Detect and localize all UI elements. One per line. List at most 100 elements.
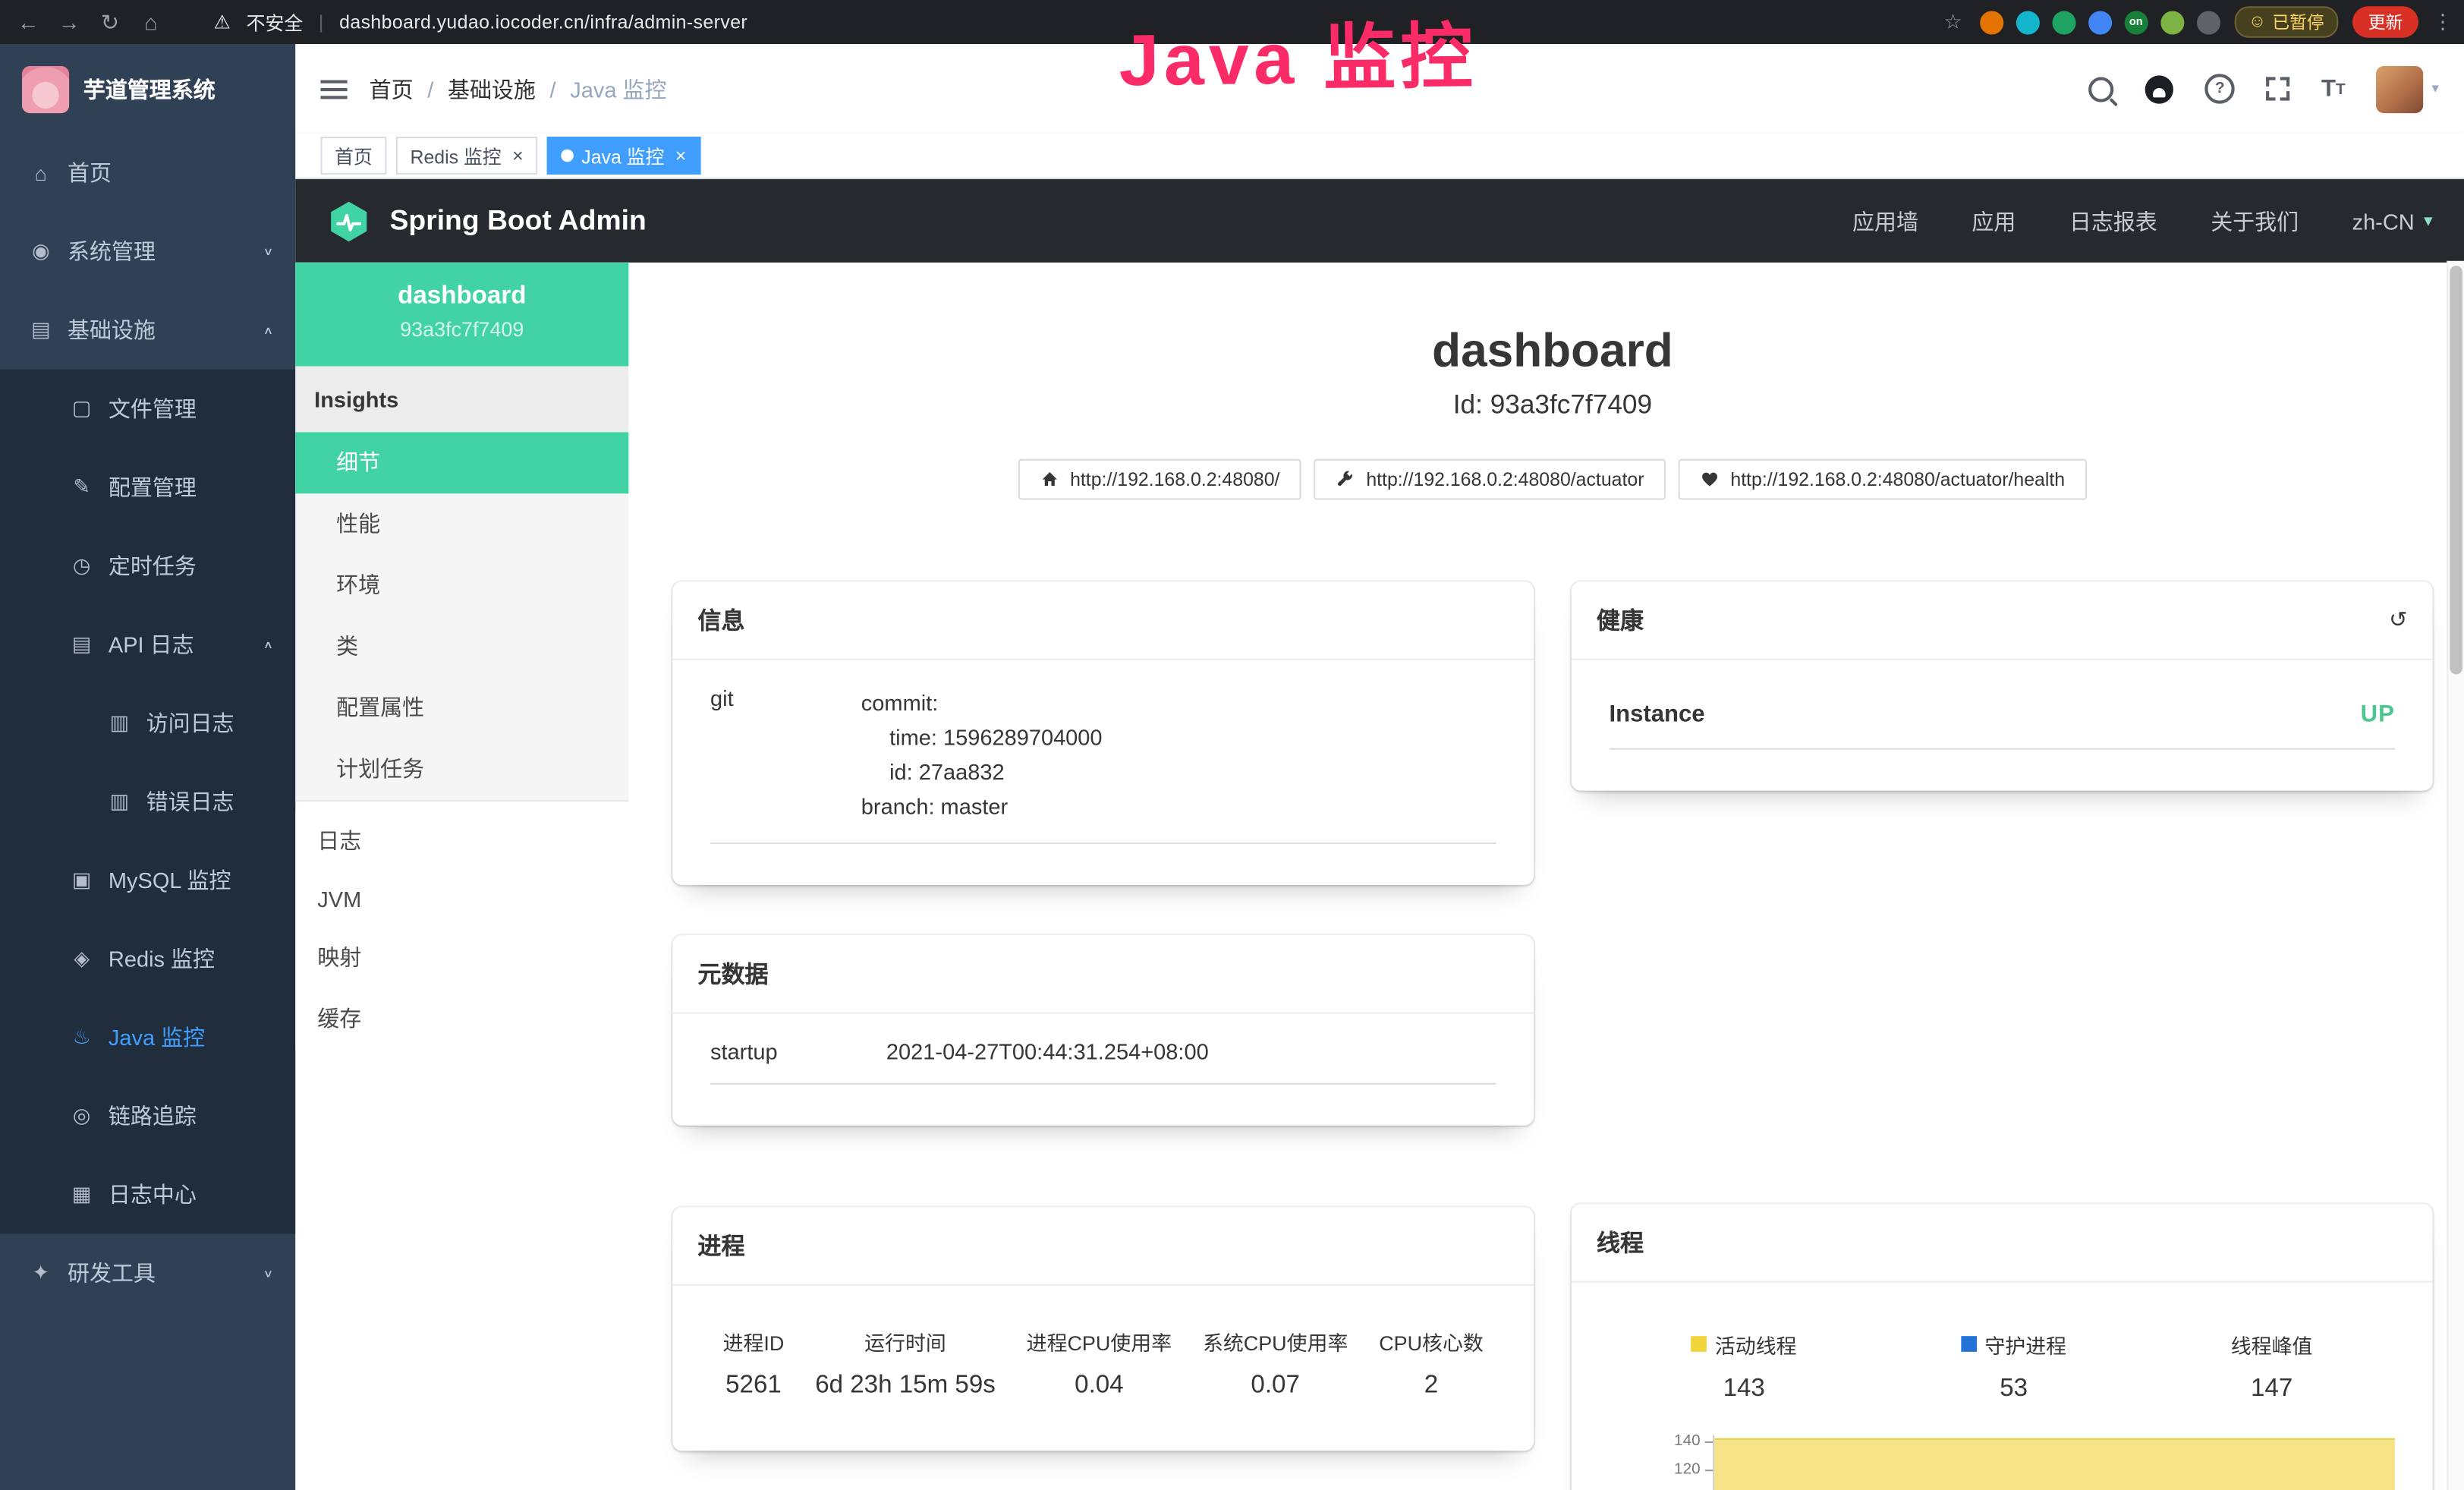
instance-link[interactable]: http://192.168.0.2:48080/ — [1018, 458, 1302, 499]
sidebar-item-home[interactable]: ⌂首页 — [0, 134, 295, 213]
git-info-line: id: 27aa832 — [861, 754, 1496, 789]
sidebar-item-log-center[interactable]: ▦日志中心 — [0, 1155, 295, 1234]
sba-nav-applications[interactable]: 应用 — [1972, 205, 2016, 236]
scrollbar[interactable] — [2447, 261, 2464, 1490]
sidebar-item-label: 配置管理 — [109, 471, 197, 502]
sidebar-item-job[interactable]: ◷定时任务 — [0, 527, 295, 606]
link-url: http://192.168.0.2:48080/ — [1070, 468, 1279, 490]
breadcrumb-item[interactable]: 基础设施 — [448, 73, 536, 104]
hamburger-icon[interactable] — [320, 80, 347, 99]
sidebar-item-java[interactable]: ♨Java 监控 — [0, 998, 295, 1077]
breadcrumb: 首页/基础设施/Java 监控 — [370, 73, 667, 104]
back-icon[interactable]: ← — [16, 9, 41, 34]
sba-nav-about[interactable]: 关于我们 — [2211, 205, 2299, 236]
fullscreen-icon[interactable] — [2266, 77, 2289, 100]
sba-instance-header[interactable]: dashboard 93a3fc7f7409 — [295, 263, 628, 367]
sba-sidebar-item-logs[interactable]: 日志 — [295, 811, 628, 873]
font-size-small-glyph: T — [2336, 82, 2346, 101]
sba-sidebar-item-config-props[interactable]: 配置属性 — [295, 678, 628, 739]
sba-sidebar-item-scheduled-tasks[interactable]: 计划任务 — [295, 739, 628, 800]
legend-swatch — [1961, 1336, 1977, 1352]
sidebar-item-error-log[interactable]: ▥错误日志 — [0, 762, 295, 841]
sba-sidebar-item-jvm[interactable]: JVM — [295, 872, 628, 927]
tab-home[interactable]: 首页 — [320, 137, 386, 175]
sba-sidebar: dashboard 93a3fc7f7409 Insights 细节性能环境类配… — [295, 263, 628, 1490]
sba-sidebar-item-caches[interactable]: 缓存 — [295, 989, 628, 1051]
close-icon[interactable]: × — [675, 146, 687, 165]
sba-navbar: Spring Boot Admin 应用墙 应用 日志报表 关于我们 zh-CN ▾ — [295, 179, 2464, 263]
sidebar-item-redis[interactable]: ◈Redis 监控 — [0, 919, 295, 998]
sba-sidebar-item-mappings[interactable]: 映射 — [295, 928, 628, 989]
sidebar-item-label: 基础设施 — [68, 314, 156, 345]
user-menu[interactable]: ▾ — [2377, 65, 2439, 112]
sidebar-item-file[interactable]: ▢文件管理 — [0, 370, 295, 449]
mysql-icon: ▣ — [69, 868, 94, 893]
drop-extension-icon[interactable] — [2016, 10, 2039, 33]
sba-brand[interactable]: Spring Boot Admin — [390, 204, 647, 237]
sidebar-item-api-log[interactable]: ▤API 日志∧ — [0, 605, 295, 684]
y-tick-mark — [1705, 1469, 1713, 1470]
grid-extension-icon[interactable] — [2088, 10, 2112, 33]
font-size-icon[interactable]: T T — [2321, 77, 2346, 100]
tags-bar: 首页 Redis 监控× Java 监控 × — [295, 134, 2464, 179]
stat-value: 0.07 — [1203, 1372, 1348, 1400]
bookmark-star-icon[interactable]: ☆ — [1940, 9, 1965, 34]
infrastructure-icon: ▤ — [28, 317, 53, 342]
browser-menu-icon[interactable]: ⋮ — [2433, 9, 2449, 34]
startup-value: 2021-04-27T00:44:31.254+08:00 — [886, 1038, 1496, 1063]
stat-value: 5261 — [723, 1372, 785, 1400]
instance-link[interactable]: http://192.168.0.2:48080/actuator/health — [1679, 458, 2087, 499]
caret-down-icon: ▾ — [2431, 80, 2438, 98]
switch-on-extension-icon[interactable]: on — [2124, 10, 2148, 33]
browser-home-icon[interactable]: ⌂ — [138, 9, 163, 34]
sba-sidebar-item-details[interactable]: 细节 — [295, 432, 628, 493]
instance-link[interactable]: http://192.168.0.2:48080/actuator — [1314, 458, 1666, 499]
legend-label: 活动线程 — [1715, 1329, 1797, 1359]
close-icon[interactable]: × — [512, 146, 524, 165]
spring-boot-admin-logo — [327, 199, 371, 243]
reload-icon[interactable]: ↻ — [97, 8, 122, 35]
history-icon[interactable]: ↺ — [2389, 606, 2407, 632]
sba-sidebar-item-classes[interactable]: 类 — [295, 616, 628, 678]
sba-nav-journal[interactable]: 日志报表 — [2069, 205, 2157, 236]
security-label[interactable]: 不安全 — [247, 8, 304, 35]
file-icon: ▢ — [69, 396, 94, 421]
fox-extension-icon[interactable] — [1980, 10, 2003, 33]
breadcrumb-item[interactable]: 首页 — [370, 73, 414, 104]
sba-sidebar-item-environment[interactable]: 环境 — [295, 555, 628, 616]
tools-icon: ✦ — [28, 1261, 53, 1286]
sidebar-item-mysql[interactable]: ▣MySQL 监控 — [0, 841, 295, 920]
thread-legend-item: 守护进程53 — [1961, 1329, 2066, 1403]
sba-nav-wall[interactable]: 应用墙 — [1852, 205, 1918, 236]
language-selector[interactable]: zh-CN ▾ — [2352, 208, 2433, 233]
update-button[interactable]: 更新 — [2352, 6, 2418, 37]
url-text[interactable]: dashboard.yudao.iocoder.cn/infra/admin-s… — [339, 11, 747, 33]
sidebar-item-config[interactable]: ✎配置管理 — [0, 448, 295, 527]
sidebar-item-access-log[interactable]: ▥访问日志 — [0, 684, 295, 763]
paused-badge[interactable]: ☺ 已暂停 — [2234, 6, 2338, 37]
sidebar-item-dev-tools[interactable]: ✦研发工具∨ — [0, 1234, 295, 1313]
scrollbar-thumb[interactable] — [2450, 266, 2462, 674]
github-icon[interactable] — [2145, 74, 2173, 102]
health-card-title: 健康 — [1597, 603, 1644, 635]
font-size-large-glyph: T — [2321, 77, 2336, 100]
leaf-extension-icon[interactable] — [2160, 10, 2184, 33]
process-stat: 运行时间6d 23h 15m 59s — [815, 1326, 996, 1400]
sba-sidebar-item-performance[interactable]: 性能 — [295, 493, 628, 555]
help-icon[interactable]: ? — [2205, 74, 2235, 103]
legend-value: 53 — [1961, 1375, 2066, 1403]
git-row: git commit:time: 1596289704000id: 27aa83… — [710, 685, 1496, 843]
startup-row: startup 2021-04-27T00:44:31.254+08:00 — [710, 1038, 1496, 1084]
puzzle-extension-icon[interactable] — [2196, 10, 2220, 33]
forward-icon[interactable]: → — [57, 9, 82, 34]
avatar — [2377, 65, 2424, 112]
search-icon[interactable] — [2088, 76, 2113, 101]
tab-redis-monitor[interactable]: Redis 监控× — [396, 137, 537, 175]
tab-java-monitor[interactable]: Java 监控 × — [547, 137, 700, 175]
tab-label: Java 监控 — [581, 142, 664, 169]
sidebar-item-infrastructure[interactable]: ▤基础设施∧ — [0, 291, 295, 370]
java-icon: ♨ — [69, 1025, 94, 1050]
sidebar-item-system[interactable]: ◉系统管理∨ — [0, 213, 295, 291]
sidebar-item-tracer[interactable]: ◎链路追踪 — [0, 1076, 295, 1155]
green-circle-extension-icon[interactable] — [2052, 10, 2075, 33]
